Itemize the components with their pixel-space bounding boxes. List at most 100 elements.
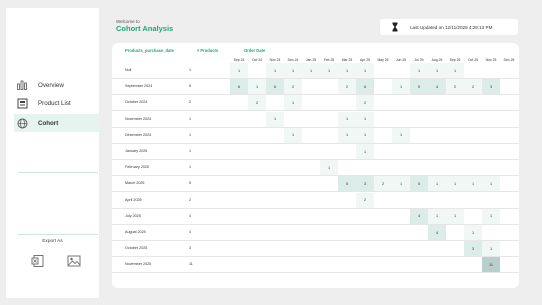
cohort-cell [356, 160, 374, 175]
cohort-cell: 2 [284, 79, 302, 95]
cohort-cell: 1 [356, 63, 374, 78]
column-header-order-date[interactable]: Order Date [244, 48, 265, 53]
sidebar-item-label: Overview [38, 81, 64, 89]
month-header: Apr 25 [360, 58, 370, 62]
cohort-cell [266, 225, 284, 240]
sidebar: Overview Product List Cohort Export As [6, 8, 99, 298]
column-header-num-products[interactable]: # Products [197, 48, 218, 53]
row-label: August 2025 [125, 230, 146, 234]
sidebar-divider [18, 172, 98, 173]
cohort-cell [302, 160, 320, 175]
column-header-purchase-date[interactable]: Products_purchase_date [125, 48, 174, 53]
cohort-cell [320, 79, 338, 94]
row-label: November 2024 [125, 116, 152, 121]
cohort-cell [266, 128, 284, 143]
cohort-cell: 2 [446, 79, 464, 95]
row-label: Null [125, 68, 132, 72]
cohort-cell [284, 176, 302, 191]
month-header: Dec 25 [503, 58, 515, 62]
excel-export-icon[interactable] [31, 254, 45, 268]
cohort-cell [392, 160, 410, 175]
cohort-cell [374, 193, 392, 208]
sidebar-item-cohort[interactable]: Cohort [14, 114, 99, 132]
cohort-cell [464, 128, 482, 143]
cohort-cell [446, 95, 464, 110]
cohort-cell [320, 257, 338, 272]
row-product-count: 1 [189, 132, 192, 137]
cohort-cell: 3 [482, 79, 500, 95]
cohort-cell [320, 128, 338, 143]
cohort-cell [482, 95, 500, 110]
cohort-cell [392, 144, 410, 159]
cohort-cell [392, 241, 410, 256]
cohort-cell [410, 128, 428, 143]
cohort-cell [320, 193, 338, 208]
cohort-cell [500, 160, 518, 175]
cohort-cell [230, 160, 248, 175]
page-title: Cohort Analysis [116, 24, 174, 33]
cohort-cell [230, 128, 248, 143]
cohort-cell: 1 [320, 160, 338, 176]
table-row: July 2025 4 4 1 1 1 [112, 208, 519, 225]
sidebar-item-product-list[interactable]: Product List [16, 94, 71, 112]
cohort-cell [374, 95, 392, 110]
cohort-cell [248, 257, 266, 272]
cohort-cell [230, 241, 248, 256]
cohort-cell: 2 [356, 192, 374, 208]
cohort-cell [230, 144, 248, 159]
month-header: Nov 25 [485, 58, 497, 62]
export-label: Export As [42, 239, 63, 244]
image-export-icon[interactable] [67, 254, 81, 268]
cohort-cell: 1 [356, 111, 374, 127]
cohort-cell: 1 [230, 63, 248, 78]
cohort-cell: 1 [284, 127, 302, 143]
cohort-cell: 1 [266, 111, 284, 127]
cohort-cell [374, 225, 392, 240]
cohort-cell [464, 160, 482, 175]
row-label: October 2025 [125, 246, 148, 251]
sidebar-divider [18, 234, 98, 235]
cohort-cell: 1 [392, 79, 410, 95]
cohort-cell: 4 [428, 225, 446, 240]
cohort-cell: 2 [356, 95, 374, 111]
cohort-cell [266, 193, 284, 208]
cohort-cell [410, 257, 428, 272]
cohort-cell [482, 128, 500, 143]
table-row: November 2024 1 1 1 1 [112, 111, 519, 128]
cohort-cell [428, 128, 446, 143]
cohort-cell [266, 144, 284, 159]
sidebar-item-label: Cohort [38, 119, 59, 127]
cohort-cell [248, 63, 266, 78]
row-product-count: 11 [189, 262, 193, 267]
cohort-cell [320, 112, 338, 127]
cohort-cell [500, 112, 518, 127]
row-label: September 2024 [125, 84, 153, 89]
cohort-cell [500, 128, 518, 143]
cohort-cell [500, 209, 518, 224]
cohort-cell [302, 193, 320, 208]
cohort-cell [338, 241, 356, 256]
cohort-cell [284, 225, 302, 240]
cohort-cell: 1 [446, 208, 464, 224]
cohort-cell [482, 63, 500, 78]
cohort-cell [374, 209, 392, 224]
cohort-cell [428, 241, 446, 256]
cohort-cell [374, 112, 392, 127]
row-label: February 2025 [125, 165, 149, 170]
cohort-cell [320, 176, 338, 191]
cohort-cell [464, 257, 482, 272]
cohort-cell [374, 144, 392, 159]
cohort-cell [284, 193, 302, 208]
cohort-cell: 1 [356, 144, 374, 159]
cohort-cell [338, 95, 356, 110]
cohort-cell: 1 [338, 63, 356, 78]
cohort-cell [356, 257, 374, 272]
cohort-cell [230, 257, 248, 272]
export-options [31, 254, 81, 268]
sidebar-item-overview[interactable]: Overview [16, 76, 64, 94]
cohort-cell [338, 160, 356, 175]
row-label: July 2025 [125, 213, 141, 218]
cohort-cell [374, 79, 392, 94]
cohort-cell [500, 79, 518, 94]
cohort-cell [248, 241, 266, 256]
